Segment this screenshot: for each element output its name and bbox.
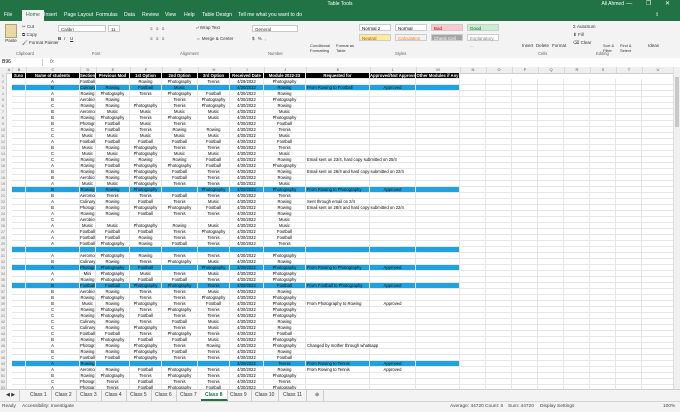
format-painter-button[interactable]: 🖌 Format Painter xyxy=(22,40,59,46)
accessibility-status[interactable]: Accessibility: Investigate xyxy=(22,404,74,409)
status-count: Count: 6 xyxy=(485,404,504,409)
font-name-select[interactable]: Calibri xyxy=(58,25,106,32)
ribbon-tab-file[interactable]: File xyxy=(4,12,12,18)
ribbon-tab-help[interactable]: Help xyxy=(184,12,195,18)
format-cells-button[interactable]: Format xyxy=(552,43,566,48)
cell-style-0[interactable]: Normal 2 xyxy=(359,24,391,31)
status-bar: Ready Accessibility: Investigate Average… xyxy=(0,401,680,412)
fx-icon[interactable]: fx xyxy=(50,59,54,65)
sheet-tab-class-5[interactable]: Class 5 xyxy=(126,390,152,401)
user-name[interactable]: Ali Ahmed xyxy=(601,1,624,7)
cell-style-5[interactable]: Calculation xyxy=(395,34,427,41)
sheet-nav-arrows[interactable]: ◀ ▶ xyxy=(2,390,21,401)
conditional-formatting-button[interactable]: Conditional Formatting xyxy=(310,43,334,53)
bold-button[interactable]: B xyxy=(58,36,61,41)
font-size-select[interactable]: 11 xyxy=(108,25,120,32)
find-select-button[interactable]: Find & Select xyxy=(620,43,636,53)
ribbon-tab-view[interactable]: View xyxy=(165,12,176,18)
underline-button[interactable]: U xyxy=(70,36,73,41)
ribbon-tab-home[interactable]: Home xyxy=(22,10,44,21)
insert-cells-button[interactable]: Insert xyxy=(522,43,533,48)
add-sheet-button[interactable]: ⊕ xyxy=(311,390,325,401)
number-group-label: Number xyxy=(268,51,283,56)
zoom-level[interactable]: 100% xyxy=(663,404,675,409)
sheet-tab-class-1[interactable]: Class 1 xyxy=(26,390,52,401)
ideas-button[interactable]: Ideas xyxy=(648,43,659,48)
cell-style-1[interactable]: Normal xyxy=(395,24,427,31)
delete-cells-button[interactable]: Delete xyxy=(536,43,549,48)
number-format-select[interactable]: General xyxy=(252,25,298,32)
styles-group-label: Styles xyxy=(395,51,407,56)
font-group-label: Font xyxy=(92,51,101,56)
sheet-tab-class-9[interactable]: Class 9 xyxy=(226,390,252,401)
alignment-group-label: Alignment xyxy=(180,51,199,56)
cell-style-7[interactable]: Explanatory ... xyxy=(467,34,499,48)
vertical-scrollbar[interactable] xyxy=(673,67,680,389)
status-ready: Ready xyxy=(2,404,16,409)
autosum-button[interactable]: Σ AutoSum xyxy=(573,24,596,29)
italic-button[interactable]: I xyxy=(64,36,65,41)
ribbon-tab-formulas[interactable]: Formulas xyxy=(96,12,118,18)
clear-button[interactable]: ⌫ Clear xyxy=(573,40,591,46)
display-settings[interactable]: Display Settings xyxy=(540,404,574,409)
merge-center-button[interactable]: ⇔ Merge & Center xyxy=(196,36,234,41)
status-sum: Sum: 44720 xyxy=(508,404,534,409)
wrap-text-button[interactable]: ⤶ Wrap Text xyxy=(196,25,220,30)
cut-button[interactable]: ✂ Cut xyxy=(22,24,34,30)
window-controls[interactable]: — ❐ ✕ xyxy=(626,0,676,7)
sheet-tab-class-6[interactable]: Class 6 xyxy=(151,390,177,401)
format-as-table-button[interactable]: Format as Table xyxy=(336,43,356,53)
sheet-tab-class-2[interactable]: Class 2 xyxy=(51,390,77,401)
tell-me-search[interactable]: Tell me what you want to do xyxy=(238,12,302,18)
title-bar: Table Tools Ali Ahmed — ❐ ✕ xyxy=(0,0,680,9)
cell-style-3[interactable]: Good xyxy=(467,24,499,31)
cell-style-6[interactable]: Check Cell xyxy=(431,34,463,41)
clipboard-group-label: Clipboard xyxy=(16,51,34,56)
paste-icon xyxy=(5,24,17,38)
cells-group-label: Cells xyxy=(538,51,548,56)
window-title: Table Tools xyxy=(327,1,353,7)
sheet-tab-class-11[interactable]: Class 11 xyxy=(279,390,308,401)
ribbon-tab-table-design[interactable]: Table Design xyxy=(202,12,232,18)
number-buttons[interactable]: $ % , xyxy=(252,36,267,41)
cell-style-2[interactable]: Bad xyxy=(431,24,463,31)
name-box[interactable]: B96 xyxy=(2,59,43,66)
sheet-tab-class-8[interactable]: Class 8 xyxy=(201,390,228,401)
ribbon-tab-data[interactable]: Data xyxy=(124,12,135,18)
sheet-tab-class-7[interactable]: Class 7 xyxy=(176,390,202,401)
align-buttons[interactable]: ≡ ≡ ≡ xyxy=(150,26,165,31)
paste-button[interactable]: Paste xyxy=(4,24,18,46)
worksheet-grid[interactable]: A B C D E F G H I J K L M N O P Q R S T U 1 S.no Name of studen… xyxy=(0,67,680,389)
sheet-tab-class-4[interactable]: Class 4 xyxy=(101,390,127,401)
ribbon: Paste ✂ Cut ⧉ Copy 🖌 Format Painter Clip… xyxy=(0,21,680,59)
ribbon-tab-page-layout[interactable]: Page Layout xyxy=(64,12,93,18)
cell-style-4[interactable]: Neutral xyxy=(359,34,391,41)
align-buttons-2[interactable]: ≡ ≡ ≡ xyxy=(150,36,165,41)
fill-button[interactable]: ⬇ Fill xyxy=(573,32,584,38)
status-average: Average: 44720 xyxy=(450,404,484,409)
ribbon-tabs: File Home Insert Page Layout Formulas Data Rev… xyxy=(0,9,680,21)
ribbon-tab-review[interactable]: Review xyxy=(142,12,159,18)
sheet-tab-class-10[interactable]: Class 10 xyxy=(251,390,280,401)
copy-button[interactable]: ⧉ Copy xyxy=(22,32,37,37)
share-button[interactable]: ⇪ xyxy=(655,12,659,18)
ribbon-tab-insert[interactable]: Insert xyxy=(44,12,57,18)
sheet-tab-class-3[interactable]: Class 3 xyxy=(76,390,102,401)
editing-group-label: Editing xyxy=(596,51,609,56)
scrollbar-thumb[interactable] xyxy=(675,77,679,127)
